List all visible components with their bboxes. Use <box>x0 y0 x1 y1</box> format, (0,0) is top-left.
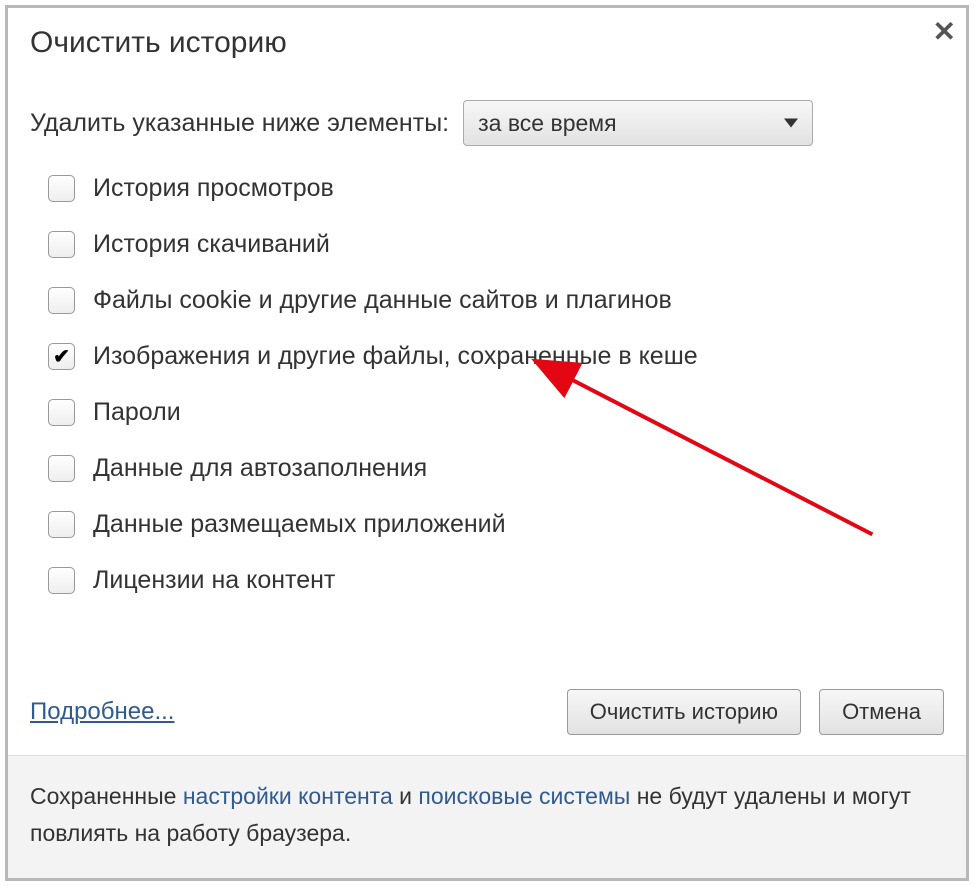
label-content-licenses: Лицензии на контент <box>93 566 335 595</box>
checkbox-autofill[interactable] <box>48 455 75 482</box>
info-message: Сохраненные настройки контента и поисков… <box>8 755 966 878</box>
label-browsing-history: История просмотров <box>93 174 334 203</box>
checkbox-hosted-apps[interactable] <box>48 511 75 538</box>
content-settings-link[interactable]: настройки контента <box>183 783 393 809</box>
more-details-link[interactable]: Подробнее... <box>30 698 174 726</box>
checkbox-download-history[interactable] <box>48 231 75 258</box>
info-text-mid: и <box>393 783 419 809</box>
label-cookies: Файлы cookie и другие данные сайтов и пл… <box>93 286 672 315</box>
label-passwords: Пароли <box>93 398 181 427</box>
dialog-title: Очистить историю <box>30 26 287 59</box>
close-icon[interactable]: ✕ <box>933 18 956 46</box>
cancel-button[interactable]: Отмена <box>819 689 944 735</box>
info-text-prefix: Сохраненные <box>30 783 183 809</box>
chevron-down-icon <box>784 119 798 128</box>
checkbox-browsing-history[interactable] <box>48 175 75 202</box>
search-engines-link[interactable]: поисковые системы <box>418 783 630 809</box>
time-range-value: за все время <box>478 110 616 137</box>
label-download-history: История скачиваний <box>93 230 330 259</box>
checkbox-content-licenses[interactable] <box>48 567 75 594</box>
clear-history-dialog: ✕ Очистить историю Удалить указанные ниж… <box>5 5 969 881</box>
time-range-label: Удалить указанные ниже элементы: <box>30 109 449 138</box>
checkbox-cookies[interactable] <box>48 287 75 314</box>
checkbox-cache[interactable] <box>48 343 75 370</box>
checkbox-passwords[interactable] <box>48 399 75 426</box>
label-hosted-apps: Данные размещаемых приложений <box>93 510 506 539</box>
time-range-dropdown[interactable]: за все время <box>463 100 813 146</box>
label-cache: Изображения и другие файлы, сохраненные … <box>93 342 698 371</box>
label-autofill: Данные для автозаполнения <box>93 454 427 483</box>
clear-history-button[interactable]: Очистить историю <box>567 689 801 735</box>
